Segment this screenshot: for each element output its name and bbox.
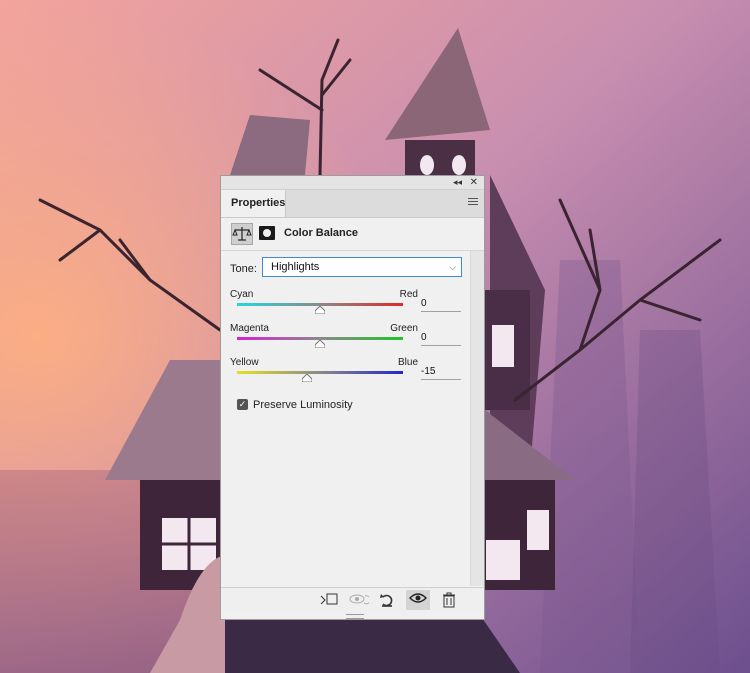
slider-right-label: Red	[399, 289, 418, 300]
slider-track[interactable]	[237, 371, 403, 374]
preserve-luminosity-label: Preserve Luminosity	[253, 399, 353, 411]
slider-value-field[interactable]: -15	[421, 365, 461, 380]
chevron-down-icon: ⌵	[449, 262, 456, 272]
tab-bar: Properties	[221, 190, 484, 218]
tab-properties[interactable]: Properties	[221, 190, 286, 217]
yellow-blue-slider: Yellow Blue -15	[230, 357, 465, 397]
tone-value: Highlights	[271, 261, 320, 273]
slider-thumb[interactable]	[315, 340, 325, 348]
scrollbar[interactable]	[470, 251, 484, 586]
adjustment-header: Color Balance	[221, 218, 484, 251]
slider-thumb[interactable]	[315, 306, 325, 314]
tone-select[interactable]: Highlights ⌵	[262, 257, 462, 277]
collapse-panel-icon[interactable]: ◂◂	[453, 176, 462, 189]
bottom-toolbar	[221, 587, 484, 613]
close-icon[interactable]: ✕	[470, 176, 478, 189]
slider-right-label: Green	[390, 323, 418, 334]
slider-value-field[interactable]: 0	[421, 331, 461, 346]
panel-menu-icon[interactable]	[468, 198, 478, 207]
slider-left-label: Cyan	[230, 289, 254, 300]
slider-left-label: Yellow	[230, 357, 259, 368]
slider-value-field[interactable]: 0	[421, 297, 461, 312]
reset-icon[interactable]	[378, 592, 396, 608]
slider-thumb[interactable]	[302, 374, 312, 382]
trash-icon[interactable]	[440, 592, 458, 608]
slider-left-label: Magenta	[230, 323, 269, 334]
tone-label: Tone:	[230, 263, 257, 275]
slider-right-label: Blue	[397, 357, 418, 368]
properties-panel: ◂◂ ✕ Properties Color Balance Tone: High…	[220, 175, 485, 620]
adjustment-title: Color Balance	[284, 227, 358, 239]
color-balance-icon[interactable]	[231, 223, 253, 245]
clip-to-layer-icon[interactable]	[320, 592, 338, 608]
view-previous-state-icon[interactable]	[349, 592, 371, 608]
preserve-luminosity-checkbox[interactable]: ✓	[237, 399, 248, 410]
resize-grip[interactable]	[346, 614, 364, 619]
layer-mask-icon[interactable]	[259, 226, 275, 240]
panel-title-bar: ◂◂ ✕	[221, 176, 484, 190]
toggle-visibility-icon[interactable]	[406, 590, 430, 610]
